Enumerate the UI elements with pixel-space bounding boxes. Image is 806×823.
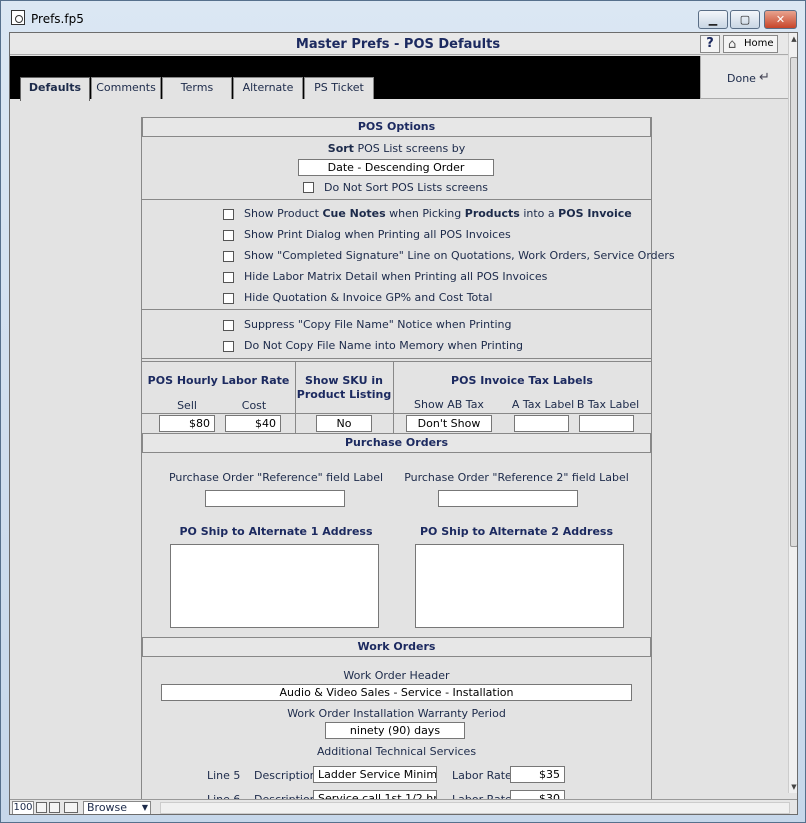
line-5-label: Line 5 xyxy=(207,769,241,782)
signature-line-label: Show "Completed Signature" Line on Quota… xyxy=(244,249,675,262)
tab-comments[interactable]: Comments xyxy=(91,77,161,99)
line-5-rate-label: Labor Rate xyxy=(452,769,512,782)
scroll-up-icon[interactable]: ▲ xyxy=(789,33,797,45)
no-copy-memory-label: Do Not Copy File Name into Memory when P… xyxy=(244,339,524,352)
divider xyxy=(142,199,651,200)
tab-defaults[interactable]: Defaults xyxy=(20,77,90,101)
labor-matrix-label: Hide Labor Matrix Detail when Printing a… xyxy=(244,270,548,283)
tab-terms[interactable]: Terms xyxy=(162,77,232,99)
b-tax-label: B Tax Label xyxy=(576,398,640,411)
zoom-out-icon[interactable] xyxy=(36,802,47,813)
work-orders-header: Work Orders xyxy=(142,637,651,657)
wo-warranty-label: Work Order Installation Warranty Period xyxy=(287,707,506,720)
a-tax-label: A Tax Label xyxy=(511,398,575,411)
show-ab-tax-field[interactable]: Don't Show xyxy=(406,415,492,432)
filemaker-icon xyxy=(11,10,25,25)
b-tax-label-field[interactable] xyxy=(579,415,634,432)
line-5-rate-field[interactable]: $35 xyxy=(510,766,565,783)
page-title: Master Prefs - POS Defaults xyxy=(295,37,501,52)
cost-label: Cost xyxy=(241,399,267,412)
layout-area: Master Prefs - POS Defaults ? ⌂ Home Def… xyxy=(9,32,798,815)
divider xyxy=(142,413,651,414)
line-5-description-field[interactable]: Ladder Service Minimum xyxy=(313,766,437,783)
wo-header-label: Work Order Header xyxy=(343,669,450,682)
scroll-down-icon[interactable]: ▼ xyxy=(789,781,797,793)
help-button[interactable]: ? xyxy=(700,35,720,53)
sort-label: Sort POS List screens by xyxy=(327,142,466,155)
tab-ps-ticket[interactable]: PS Ticket xyxy=(304,77,374,99)
cue-notes-checkbox[interactable] xyxy=(223,209,234,220)
close-button[interactable]: ✕ xyxy=(764,10,797,29)
home-button[interactable]: ⌂ Home xyxy=(723,35,778,53)
tax-labels-title: POS Invoice Tax Labels xyxy=(451,374,593,387)
sell-rate-field[interactable]: $80 xyxy=(159,415,215,432)
divider xyxy=(142,358,651,359)
hide-gp-checkbox[interactable] xyxy=(223,293,234,304)
hide-gp-label: Hide Quotation & Invoice GP% and Cost To… xyxy=(244,291,493,304)
suppress-copy-checkbox[interactable] xyxy=(223,320,234,331)
title-bar[interactable]: Prefs.fp5 ▁ ▢ ✕ xyxy=(1,1,805,31)
po-reference-2-label: Purchase Order "Reference 2" field Label xyxy=(404,471,629,484)
return-arrow-icon: ↵ xyxy=(759,70,770,85)
sort-order-select[interactable]: Date - Descending Order xyxy=(298,159,494,176)
divider xyxy=(142,309,651,310)
done-label: Done xyxy=(727,72,756,85)
po-alt2-address-field[interactable] xyxy=(415,544,624,628)
print-dialog-checkbox[interactable] xyxy=(223,230,234,241)
status-bar: 100 Browse ▼ xyxy=(10,799,797,814)
po-reference-label: Purchase Order "Reference" field Label xyxy=(168,471,384,484)
zoom-in-icon[interactable] xyxy=(49,802,60,813)
print-dialog-label: Show Print Dialog when Printing all POS … xyxy=(244,228,511,241)
no-copy-memory-checkbox[interactable] xyxy=(223,341,234,352)
mode-select[interactable]: Browse ▼ xyxy=(83,801,151,814)
a-tax-label-field[interactable] xyxy=(514,415,569,432)
signature-line-checkbox[interactable] xyxy=(223,251,234,262)
home-icon: ⌂ xyxy=(728,37,737,52)
vertical-scrollbar[interactable]: ▲ ▼ xyxy=(788,33,797,793)
status-area-toggle-icon[interactable] xyxy=(64,802,78,813)
po-alt1-label: PO Ship to Alternate 1 Address xyxy=(179,525,373,538)
sku-title: Show SKU in xyxy=(305,374,383,387)
no-sort-label: Do Not Sort POS Lists screens xyxy=(324,181,489,194)
cost-rate-field[interactable]: $40 xyxy=(225,415,281,432)
wo-warranty-field[interactable]: ninety (90) days xyxy=(325,722,465,739)
header-bar: Master Prefs - POS Defaults ? ⌂ Home xyxy=(10,33,797,55)
po-alt1-address-field[interactable] xyxy=(170,544,379,628)
horizontal-scrollbar[interactable] xyxy=(160,802,790,814)
divider xyxy=(142,361,651,362)
wo-header-field[interactable]: Audio & Video Sales - Service - Installa… xyxy=(161,684,632,701)
scroll-thumb[interactable] xyxy=(790,57,797,547)
zoom-level[interactable]: 100 xyxy=(12,801,34,814)
no-sort-checkbox[interactable] xyxy=(303,182,314,193)
minimize-button[interactable]: ▁ xyxy=(698,10,728,29)
cue-notes-label: Show Product Cue Notes when Picking Prod… xyxy=(244,207,632,220)
maximize-button[interactable]: ▢ xyxy=(730,10,760,29)
suppress-copy-label: Suppress "Copy File Name" Notice when Pr… xyxy=(244,318,512,331)
line-5-description-label: Description xyxy=(254,769,317,782)
labor-rate-title: POS Hourly Labor Rate xyxy=(147,374,290,387)
column-divider xyxy=(393,361,394,433)
show-ab-tax-label: Show AB Tax xyxy=(414,398,484,411)
po-alt2-label: PO Ship to Alternate 2 Address xyxy=(419,525,614,538)
chevron-down-icon: ▼ xyxy=(141,803,148,812)
sku-title-2: Product Listing xyxy=(296,388,392,401)
labor-matrix-checkbox[interactable] xyxy=(223,272,234,283)
po-reference-2-field[interactable] xyxy=(438,490,578,507)
divider xyxy=(142,656,651,657)
app-window: Prefs.fp5 ▁ ▢ ✕ Master Prefs - POS Defau… xyxy=(0,0,806,823)
pos-options-header: POS Options xyxy=(142,117,651,137)
done-button[interactable]: Done ↵ xyxy=(700,56,797,99)
po-reference-field[interactable] xyxy=(205,490,345,507)
window-title: Prefs.fp5 xyxy=(31,12,84,26)
purchase-orders-header: Purchase Orders xyxy=(142,433,651,453)
defaults-panel: POS Options Sort POS List screens by Dat… xyxy=(141,117,675,814)
home-label: Home xyxy=(744,38,774,49)
additional-services-label: Additional Technical Services xyxy=(316,745,477,758)
tab-alternate[interactable]: Alternate xyxy=(233,77,303,99)
show-sku-field[interactable]: No xyxy=(316,415,372,432)
